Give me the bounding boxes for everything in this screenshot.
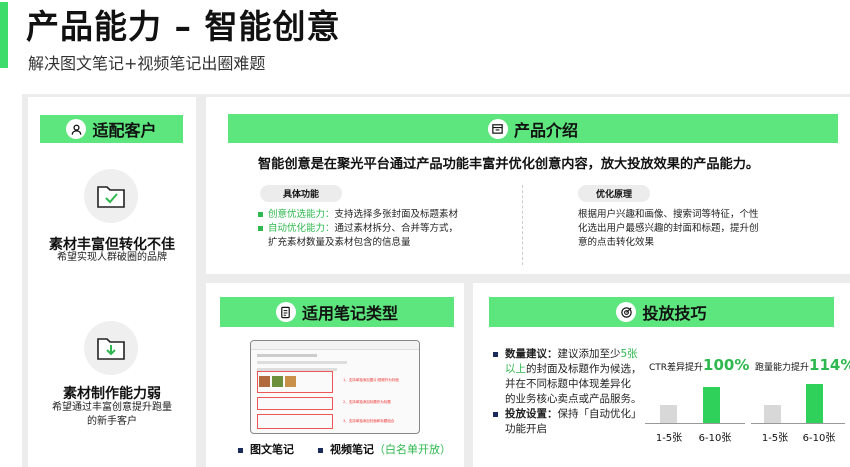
tips-panel: 投放技巧 数量建议：建议添加至少5张 以上的封面及标题作为候选， 并在不同标题中… (473, 283, 850, 467)
screenshot-note-3: 3、支持单独添加封面和标题组合 (343, 419, 395, 423)
screenshot-note-1: 1、支持单独添加图片/视频作为封面 (343, 378, 399, 382)
chart-1-tick-1: 1-5张 (655, 433, 683, 444)
chart-2-tick-2: 6-10张 (802, 433, 836, 444)
chart-2-bar-1 (764, 405, 781, 423)
screenshot-line (257, 354, 317, 357)
principle-line-2: 化选出用户最感兴趣的封面和标题，提升创 (578, 223, 759, 234)
chart-1-axis (645, 423, 745, 424)
intro-banner: 产品介绍 (228, 114, 838, 143)
customer-banner-label: 适配客户 (92, 121, 157, 140)
screenshot-line (257, 361, 347, 364)
notes-banner: 适用笔记类型 (220, 297, 454, 327)
bullet-icon (258, 226, 263, 231)
bullet-icon (258, 212, 263, 217)
note-type-1-label: 图文笔记 (250, 443, 294, 456)
intro-divider (522, 185, 523, 265)
segment-2-icon-wrap (84, 321, 138, 375)
chart-2-tick-1: 1-5张 (761, 433, 789, 444)
tip-1-text-d: 并在不同标题中体现差异化 (505, 378, 631, 390)
screenshot-header (251, 341, 419, 350)
customer-panel: 适配客户 素材丰富但转化不佳 希望实现人群破圈的品牌 素材制作能力弱 希望通过丰… (28, 97, 196, 467)
tip-1-text-b: 以上 (505, 363, 526, 375)
segment-1-icon-wrap (84, 169, 138, 223)
page-title: 产品能力 – 智能创意 (26, 7, 341, 46)
target-icon (616, 302, 637, 322)
feature-2-text: 通过素材拆分、合并等方式， (334, 223, 459, 234)
accent-bar (0, 2, 8, 68)
segment-2-desc-line2: 的新手客户 (87, 416, 137, 427)
chart-2: 跑量能力提升114% 1-5张 6-10张 (751, 343, 850, 463)
bullet-icon (238, 447, 243, 453)
tip-1-text-c: 的封面及标题作为候选， (526, 363, 642, 375)
screenshot-box (257, 397, 333, 410)
note-type-video: 视频笔记（白名单开放） (318, 441, 451, 457)
bullet-icon (318, 447, 323, 453)
folder-check-icon (97, 186, 125, 208)
note-type-2-extra: （白名单开放） (374, 443, 451, 456)
tip-1-key: 数量建议： (505, 348, 558, 360)
feature-item-2: 自动优化能力：通过素材拆分、合并等方式， (258, 222, 458, 236)
chart-1: CTR差异提升100% 1-5张 6-10张 (645, 343, 749, 463)
chart-2-bar-2 (806, 384, 823, 423)
bullet-icon (493, 411, 498, 417)
chart-2-axis (751, 423, 845, 424)
folder-download-icon (97, 338, 125, 360)
feature-item-2-cont: 扩充素材数量及素材包含的信息量 (268, 237, 411, 248)
bullet-icon (493, 351, 498, 357)
note-type-image-text: 图文笔记 (238, 441, 294, 457)
segment-1-desc: 希望实现人群破圈的品牌 (57, 252, 167, 263)
feature-2-key: 自动优化能力： (268, 223, 335, 234)
tip-1-text-e: 的业务核心卖点或产品服务。 (505, 393, 642, 405)
tip-quantity: 数量建议：建议添加至少5张 以上的封面及标题作为候选， 并在不同标题中体现差异化… (493, 347, 643, 407)
page-subtitle: 解决图文笔记+视频笔记出圈难题 (28, 54, 266, 73)
customer-banner: 适配客户 (40, 115, 183, 143)
chart-1-highlight: 100% (703, 356, 750, 374)
chart-1-bar-1 (660, 405, 677, 423)
chart-1-bar-2 (703, 387, 720, 423)
segment-2-desc: 希望通过丰富创意提升跑量 的新手客户 (28, 401, 196, 429)
notes-panel: 适用笔记类型 1、支持单独添加图片/视频作为封面 2、支持单独添加标题作为标题 … (206, 283, 464, 467)
tip-2-text-b: 功能开启 (505, 423, 547, 435)
screenshot-box (257, 414, 333, 429)
principle-label: 优化原理 (578, 185, 650, 202)
tip-2-text-a: 保持「自动优化」 (557, 408, 642, 420)
tip-2-key: 投放设置： (505, 408, 558, 420)
chart-2-highlight: 114% (809, 356, 850, 374)
tips-banner-label: 投放技巧 (642, 304, 707, 323)
user-icon (66, 119, 87, 139)
notes-banner-label: 适用笔记类型 (301, 304, 398, 323)
principle-line-1: 根据用户兴趣和画像、搜索词等特征，个性 (578, 209, 759, 220)
chart-1-header: CTR差异提升100% (649, 355, 749, 374)
segment-2-title: 素材制作能力弱 (63, 386, 161, 402)
chart-2-title: 跑量能力提升 (755, 363, 810, 373)
note-editor-screenshot: 1、支持单独添加图片/视频作为封面 2、支持单独添加标题作为标题 3、支持单独添… (250, 340, 420, 434)
principle-line-3: 意的点击转化效果 (578, 237, 655, 248)
tip-1-highlight: 5张 (620, 348, 638, 360)
tip-1-text-a: 建议添加至少 (557, 348, 621, 360)
segment-2-desc-line1: 希望通过丰富创意提升跑量 (52, 402, 172, 413)
intro-banner-label: 产品介绍 (513, 120, 578, 140)
tips-banner: 投放技巧 (489, 297, 834, 327)
intro-panel: 产品介绍 智能创意是在聚光平台通过产品功能丰富并优化创意内容，放大投放效果的产品… (206, 97, 850, 274)
screenshot-box (257, 371, 333, 393)
chart-1-title: CTR差异提升 (649, 363, 704, 373)
note-type-2-label: 视频笔记 (330, 443, 374, 456)
feature-1-text: 支持选择多张封面及标题素材 (334, 209, 459, 220)
screenshot-note-2: 2、支持单独添加标题作为标题 (343, 400, 391, 404)
feature-1-key: 创意优选能力： (268, 209, 335, 220)
tip-setting: 投放设置：保持「自动优化」 功能开启 (493, 407, 643, 437)
intro-headline: 智能创意是在聚光平台通过产品功能丰富并优化创意内容，放大投放效果的产品能力。 (258, 157, 760, 172)
note-icon (275, 302, 296, 322)
features-label: 具体功能 (260, 185, 342, 202)
chart-1-tick-2: 6-10张 (698, 433, 732, 444)
box-icon (487, 118, 508, 139)
feature-item-1: 创意优选能力：支持选择多张封面及标题素材 (258, 208, 458, 222)
chart-2-header: 跑量能力提升114% (755, 355, 850, 374)
